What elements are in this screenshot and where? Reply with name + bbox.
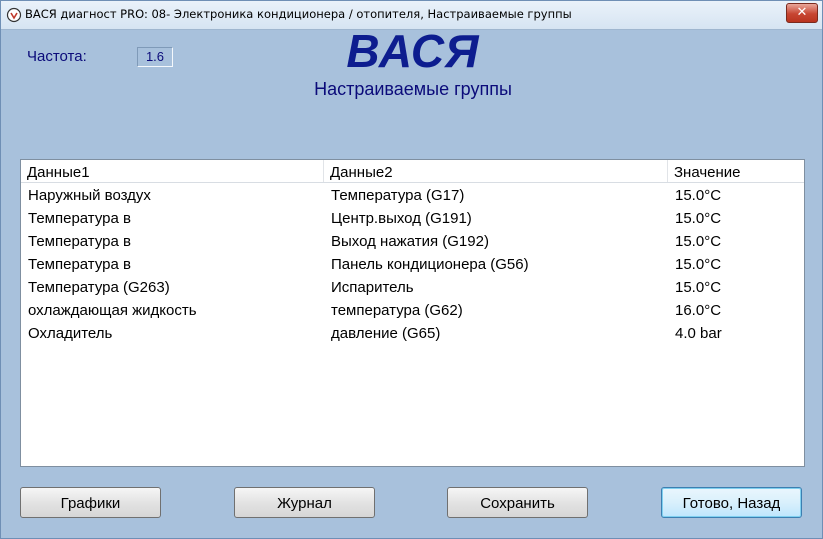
data-table[interactable]: Данные1 Данные2 Значение Наружный воздух…	[20, 159, 805, 467]
column-header-data2[interactable]: Данные2	[324, 160, 668, 182]
table-row[interactable]: Температура в Выход нажатия (G192) 15.0°…	[21, 229, 804, 252]
cell-value: 4.0 bar	[675, 325, 722, 342]
close-icon: ✕	[796, 5, 808, 20]
cell-data1: Температура (G263)	[28, 279, 170, 296]
table-row[interactable]: Температура в Панель кондиционера (G56) …	[21, 252, 804, 275]
frequency-label: Частота:	[27, 48, 87, 65]
cell-value: 15.0°C	[675, 279, 722, 296]
cell-value: 15.0°C	[675, 187, 722, 204]
graphs-button[interactable]: Графики	[20, 487, 161, 518]
cell-data1: Температура в	[28, 256, 131, 273]
table-row[interactable]: Температура в Центр.выход (G191) 15.0°C	[21, 206, 804, 229]
page-title: Настраиваемые группы	[314, 79, 512, 99]
cell-value: 15.0°C	[675, 233, 722, 250]
done-back-button[interactable]: Готово, Назад	[661, 487, 802, 518]
cell-data1: Охладитель	[28, 325, 113, 342]
cell-data2: Выход нажатия (G192)	[331, 233, 489, 250]
logo-text: ВАСЯ	[346, 25, 480, 77]
save-button[interactable]: Сохранить	[447, 487, 588, 518]
cell-data1: Температура в	[28, 210, 131, 227]
main-window: ВАСЯ диагност PRO: 08- Электроника конди…	[0, 0, 823, 539]
table-row[interactable]: охлаждающая жидкость температура (G62) 1…	[21, 298, 804, 321]
cell-data2: Испаритель	[331, 279, 414, 296]
table-body: Наружный воздух Температура (G17) 15.0°C…	[21, 183, 804, 344]
journal-button[interactable]: Журнал	[234, 487, 375, 518]
cell-value: 15.0°C	[675, 256, 722, 273]
cell-data2: давление (G65)	[331, 325, 441, 342]
table-header: Данные1 Данные2 Значение	[21, 160, 804, 183]
cell-value: 15.0°C	[675, 210, 722, 227]
window-title: ВАСЯ диагност PRO: 08- Электроника конди…	[25, 7, 572, 21]
cell-data2: Центр.выход (G191)	[331, 210, 472, 227]
table-row[interactable]: Охладитель давление (G65) 4.0 bar	[21, 321, 804, 344]
cell-data2: температура (G62)	[331, 302, 463, 319]
frequency-value: 1.6	[137, 47, 173, 67]
cell-data1: Наружный воздух	[28, 187, 151, 204]
cell-value: 16.0°C	[675, 302, 722, 319]
cell-data2: Температура (G17)	[331, 187, 465, 204]
cell-data2: Панель кондиционера (G56)	[331, 256, 529, 273]
cell-data1: охлаждающая жидкость	[28, 302, 197, 319]
client-area: Частота: 1.6 ВАСЯ Настраиваемые группы Д…	[9, 25, 814, 530]
column-header-value[interactable]: Значение	[668, 160, 804, 182]
app-logo-icon	[6, 7, 22, 23]
column-header-data1[interactable]: Данные1	[21, 160, 324, 182]
table-row[interactable]: Температура (G263) Испаритель 15.0°C	[21, 275, 804, 298]
cell-data1: Температура в	[28, 233, 131, 250]
table-row[interactable]: Наружный воздух Температура (G17) 15.0°C	[21, 183, 804, 206]
close-button[interactable]: ✕	[786, 3, 818, 23]
